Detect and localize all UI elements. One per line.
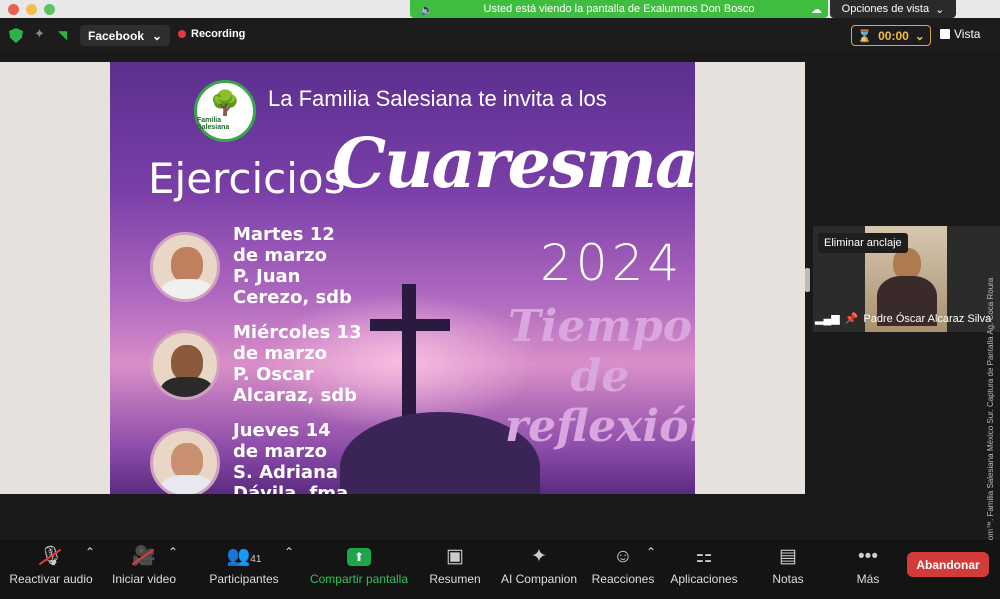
apps-icon: ⚏ xyxy=(695,546,713,567)
sparkle-icon[interactable]: ✦ xyxy=(34,26,45,42)
leave-meeting-button[interactable]: Abandonar xyxy=(907,552,989,577)
meeting-top-bar: ✦ ◥ Facebook ⌄ Recording ⌛ 00:00 ⌄ Vista xyxy=(0,18,1000,52)
poster-subtitle: Tiempo de reflexión xyxy=(505,301,695,452)
cross-vertical xyxy=(402,284,416,424)
connection-signal-icon[interactable]: ◥ xyxy=(58,28,67,42)
summary-label: Resumen xyxy=(429,572,481,586)
apps-label: Aplicaciones xyxy=(670,572,738,586)
chevron-up-icon[interactable]: ⌃ xyxy=(168,545,178,559)
poster-invite-text: La Familia Salesiana te invita a los xyxy=(268,86,607,111)
speaker-info: Martes 12 de marzo P. Juan Cerezo, sdb xyxy=(233,224,352,308)
speaker-photo xyxy=(150,232,220,302)
view-label: Vista xyxy=(954,27,981,41)
ai-companion-label: AI Companion xyxy=(500,572,578,586)
more-label: Más xyxy=(856,572,880,586)
chevron-down-icon: ⌄ xyxy=(152,28,163,43)
speaker-photo xyxy=(150,330,220,400)
security-shield-icon[interactable] xyxy=(9,28,23,43)
livestream-label: Facebook xyxy=(88,28,145,43)
screen-share-banner: 🔈 Usted está viendo la pantalla de Exalu… xyxy=(410,0,828,18)
smiley-icon: ☺ xyxy=(613,546,633,567)
start-video-label: Iniciar video xyxy=(111,572,177,586)
view-options-label: Opciones de vista xyxy=(841,3,930,15)
participants-button[interactable]: 👥41 Participantes xyxy=(206,545,282,586)
share-screen-icon: ⬆ xyxy=(347,548,371,566)
chevron-down-icon: ⌄ xyxy=(914,28,925,43)
apps-button[interactable]: ⚏ Aplicaciones xyxy=(668,545,740,586)
share-screen-label: Compartir pantalla xyxy=(309,572,409,586)
recording-dot-icon xyxy=(178,30,186,38)
zoom-window-button[interactable] xyxy=(44,4,55,15)
view-button[interactable]: Vista xyxy=(940,27,980,41)
close-window-button[interactable] xyxy=(8,4,19,15)
view-layout-icon xyxy=(940,29,950,39)
ai-companion-button[interactable]: ✦ AI Companion xyxy=(500,545,578,586)
unpin-button[interactable]: Eliminar anclaje xyxy=(818,233,908,253)
summary-icon: ▣ xyxy=(446,546,464,567)
chevron-up-icon[interactable]: ⌃ xyxy=(646,545,656,559)
notes-label: Notas xyxy=(772,572,804,586)
tree-icon: 🌳 xyxy=(210,89,240,117)
recording-label: Recording xyxy=(191,28,246,40)
shared-screen-area: 🌳 Familia Salesiana La Familia Salesiana… xyxy=(0,62,805,494)
speaker-info: Miércoles 13 de marzo P. Oscar Alcaraz, … xyxy=(233,322,362,406)
microphone-muted-icon: 🎙 xyxy=(38,546,64,567)
speaker-icon: 🔈 xyxy=(420,4,434,16)
speaker-info: Jueves 14 de marzo S. Adriana Dávila, fm… xyxy=(233,420,349,494)
chevron-up-icon[interactable]: ⌃ xyxy=(85,545,95,559)
screen-share-banner-text: Usted está viendo la pantalla de Exalumn… xyxy=(483,3,755,15)
meeting-toolbar: 🎙 Reactivar audio ⌃ 🎥 Iniciar video ⌃ 👥4… xyxy=(0,540,1000,599)
event-poster: 🌳 Familia Salesiana La Familia Salesiana… xyxy=(110,62,695,494)
notes-icon: ▤ xyxy=(779,546,797,567)
participants-label: Participantes xyxy=(209,572,279,586)
summary-button[interactable]: ▣ Resumen xyxy=(428,545,482,586)
unmute-label: Reactivar audio xyxy=(9,572,93,586)
speaker-photo xyxy=(150,428,220,494)
participants-icon: 👥41 xyxy=(226,546,262,567)
panel-resize-handle[interactable] xyxy=(805,268,810,292)
participant-name: Padre Óscar Alcaraz Silva xyxy=(863,312,992,325)
poster-title-left: Ejercicios xyxy=(148,154,346,203)
familia-salesiana-logo: 🌳 Familia Salesiana xyxy=(194,80,256,142)
chevron-down-icon: ⌄ xyxy=(935,3,945,16)
timer-value: 00:00 xyxy=(878,28,909,43)
more-dots-icon: ••• xyxy=(858,546,878,567)
pin-icon: 📌 xyxy=(844,313,859,325)
participants-count: 41 xyxy=(250,554,262,565)
view-options-button[interactable]: Opciones de vista ⌄ xyxy=(830,0,956,18)
cross-horizontal xyxy=(370,319,450,331)
video-off-icon: 🎥 xyxy=(132,546,156,567)
sparkle-icon: ✦ xyxy=(531,546,547,567)
notes-button[interactable]: ▤ Notas xyxy=(768,545,808,586)
hourglass-icon: ⌛ xyxy=(857,28,873,43)
minimize-window-button[interactable] xyxy=(26,4,37,15)
chevron-up-icon[interactable]: ⌃ xyxy=(284,545,294,559)
share-screen-button[interactable]: ⬆ Compartir pantalla xyxy=(308,545,410,586)
meeting-timer[interactable]: ⌛ 00:00 ⌄ xyxy=(851,25,931,46)
cloud-icon: ☁ xyxy=(811,4,822,16)
poster-year: 2024 xyxy=(540,234,684,292)
audio-level-icon: ▂▄▆ xyxy=(815,313,840,325)
logo-text: Familia Salesiana xyxy=(197,116,230,131)
poster-title-script: Cuaresmales xyxy=(332,124,695,204)
recording-indicator[interactable]: Recording xyxy=(178,28,245,40)
livestream-facebook-button[interactable]: Facebook ⌄ xyxy=(80,25,171,46)
reactions-label: Reacciones xyxy=(591,572,655,586)
more-button[interactable]: ••• Más xyxy=(852,545,884,586)
unmute-button[interactable]: 🎙 Reactivar audio xyxy=(9,545,93,586)
participant-name-label: ▂▄▆ 📌 Padre Óscar Alcaraz Silva xyxy=(815,312,992,326)
